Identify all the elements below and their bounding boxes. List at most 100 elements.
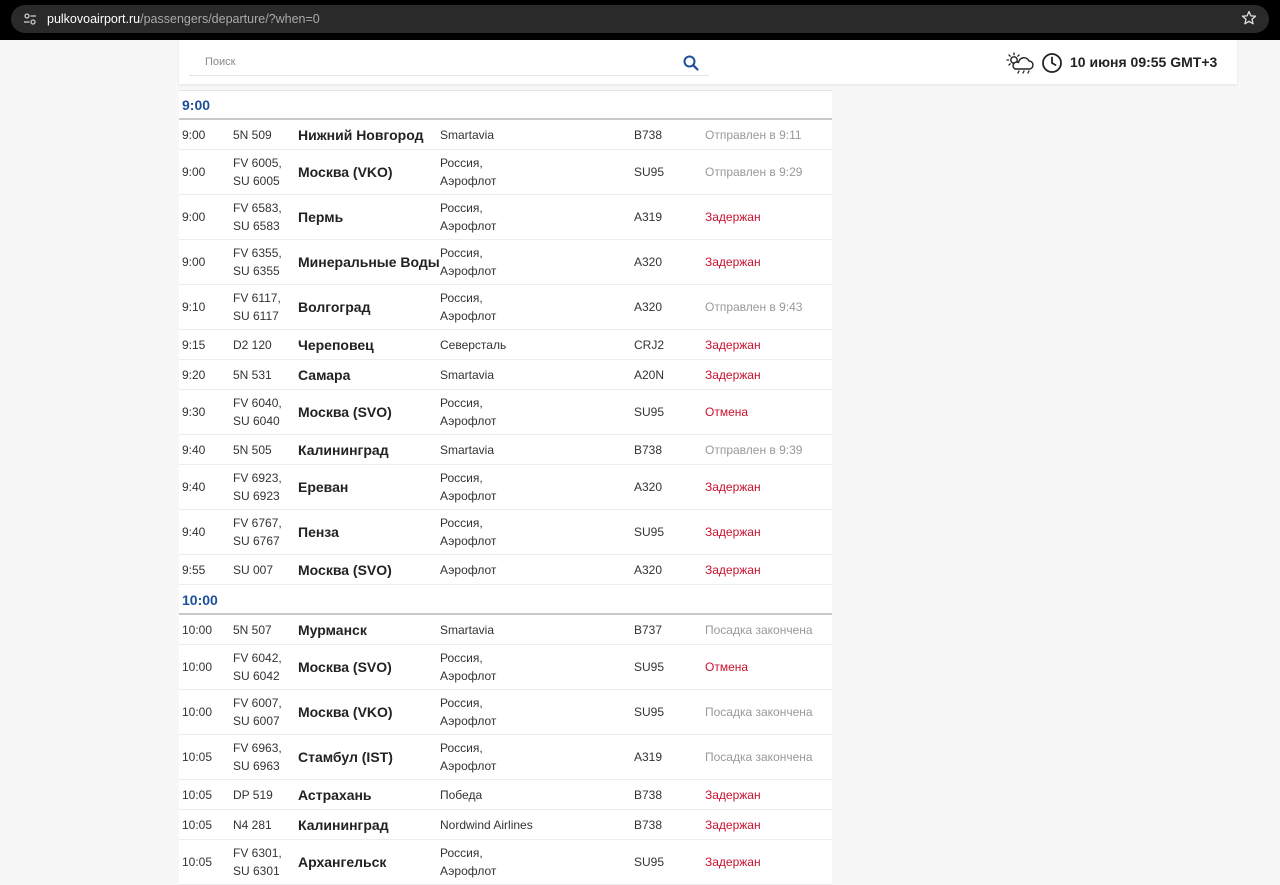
departure-time: 9:30	[182, 405, 206, 419]
aircraft-type: SU95	[634, 855, 665, 869]
flight-row[interactable]: 10:00 FV 6007, SU 6007 Москва (VKO) Россия,…	[179, 690, 832, 735]
flight-row[interactable]: 10:00 5N 507 Мурманск Smartavia B737 Посадка …	[179, 615, 832, 645]
departure-time: 10:05	[182, 817, 213, 832]
flight-status: Задержан	[705, 855, 761, 869]
airline-name: Россия, Аэрофлот	[440, 201, 497, 233]
flight-status: Посадка закончена	[705, 750, 813, 764]
flight-number: DP 519	[233, 787, 273, 802]
flight-row[interactable]: 10:05 FV 6963, SU 6963 Стамбул (IST) Россия…	[179, 735, 832, 780]
departure-time: 10:05	[182, 750, 213, 764]
flight-number: FV 6007, SU 6007	[233, 696, 282, 728]
flight-row[interactable]: 10:00 FV 6042, SU 6042 Москва (SVO) Россия,…	[179, 645, 832, 690]
aircraft-type: SU95	[634, 660, 665, 674]
flight-number: FV 6767, SU 6767	[233, 516, 282, 548]
aircraft-type: A320	[634, 300, 663, 314]
flight-row[interactable]: 9:40 FV 6767, SU 6767 Пенза Россия, Аэрофло…	[179, 510, 832, 555]
site-settings-icon[interactable]	[23, 12, 37, 26]
airline-name: Smartavia	[440, 127, 495, 142]
flight-row[interactable]: 9:55 SU 007 Москва (SVO) Аэрофлот A320 Задерж…	[179, 555, 832, 585]
departure-time: 10:00	[182, 660, 213, 674]
departures-board: 9:00 9:00 5N 509 Нижний Новгород Smartavia B7…	[179, 90, 832, 885]
address-bar[interactable]: pulkovoairport.ru/passengers/departure/?…	[11, 5, 1269, 33]
flight-number: FV 6963, SU 6963	[233, 741, 282, 773]
flight-status: Задержан	[705, 480, 761, 494]
search-icon[interactable]	[682, 54, 700, 72]
airline-name: Россия, Аэрофлот	[440, 246, 497, 278]
flight-row[interactable]: 9:15 D2 120 Череповец Северсталь CRJ2 Задержа…	[179, 330, 832, 360]
destination-city: Калининград	[298, 816, 389, 833]
flight-row[interactable]: 9:00 5N 509 Нижний Новгород Smartavia B738 От…	[179, 120, 832, 150]
search-input[interactable]	[189, 48, 709, 76]
departure-time: 10:00	[182, 705, 213, 719]
current-datetime: 10 июня 09:55 GMT+3	[1070, 54, 1218, 70]
aircraft-type: SU95	[634, 165, 665, 179]
destination-city: Череповец	[298, 336, 374, 353]
destination-city: Москва (SVO)	[298, 659, 392, 675]
flight-row[interactable]: 9:40 FV 6923, SU 6923 Ереван Россия, Аэрофл…	[179, 465, 832, 510]
flight-status: Отмена	[705, 405, 749, 419]
flight-status: Отправлен в 9:11	[705, 127, 802, 142]
airline-name: Россия, Аэрофлот	[440, 846, 497, 878]
flight-row[interactable]: 10:05 DP 519 Астрахань Победа B738 Задержан	[179, 780, 832, 810]
destination-city: Пенза	[298, 524, 339, 540]
time-group-header: 9:00	[179, 90, 832, 120]
departure-time: 9:00	[182, 127, 206, 142]
flight-row[interactable]: 9:30 FV 6040, SU 6040 Москва (SVO) Россия, …	[179, 390, 832, 435]
flight-status: Задержан	[705, 787, 761, 802]
flight-number: FV 6301, SU 6301	[233, 846, 282, 878]
flight-number: D2 120	[233, 337, 272, 352]
airline-name: Аэрофлот	[440, 562, 497, 577]
destination-city: Москва (VKO)	[298, 704, 393, 720]
departure-time: 9:40	[182, 480, 206, 494]
airline-name: Северсталь	[440, 337, 507, 352]
destination-city: Волгоград	[298, 299, 371, 315]
airline-name: Nordwind Airlines	[440, 817, 533, 832]
page-header: 10 июня 09:55 GMT+3	[179, 40, 1237, 84]
flight-number: FV 6355, SU 6355	[233, 246, 282, 278]
flight-status: Посадка закончена	[705, 622, 813, 637]
flight-status: Задержан	[705, 562, 761, 577]
destination-city: Астрахань	[298, 786, 372, 803]
departure-time: 9:10	[182, 300, 206, 314]
flight-status: Отмена	[705, 660, 749, 674]
departure-time: 9:15	[182, 337, 206, 352]
departure-time: 10:00	[182, 622, 213, 637]
flight-number: N4 281	[233, 817, 272, 832]
departure-time: 9:00	[182, 165, 206, 179]
flight-number: SU 007	[233, 562, 274, 577]
flight-number: FV 6117, SU 6117	[233, 291, 281, 323]
flight-row[interactable]: 9:20 5N 531 Самара Smartavia A20N Задержан	[179, 360, 832, 390]
airline-name: Россия, Аэрофлот	[440, 741, 497, 773]
flight-status: Посадка закончена	[705, 705, 813, 719]
aircraft-type: SU95	[634, 525, 665, 539]
destination-city: Москва (VKO)	[298, 164, 393, 180]
flight-row[interactable]: 9:00 FV 6355, SU 6355 Минеральные Воды Росс…	[179, 240, 832, 285]
aircraft-type: B738	[634, 127, 663, 142]
destination-city: Самара	[298, 366, 351, 383]
flight-number: FV 6005, SU 6005	[233, 156, 282, 188]
aircraft-type: A320	[634, 255, 663, 269]
flight-row[interactable]: 9:40 5N 505 Калининград Smartavia B738 Отправ…	[179, 435, 832, 465]
flight-row[interactable]: 10:05 FV 6301, SU 6301 Архангельск Россия, …	[179, 840, 832, 885]
clock-icon	[1042, 53, 1062, 73]
flight-number: FV 6923, SU 6923	[233, 471, 282, 503]
flight-row[interactable]: 9:00 FV 6583, SU 6583 Пермь Россия, Аэрофло…	[179, 195, 832, 240]
flight-row[interactable]: 9:00 FV 6005, SU 6005 Москва (VKO) Россия, …	[179, 150, 832, 195]
flight-status: Задержан	[705, 337, 761, 352]
flight-status: Отправлен в 9:43	[705, 300, 803, 314]
destination-city: Минеральные Воды	[298, 254, 440, 270]
airline-name: Победа	[440, 787, 483, 802]
aircraft-type: B737	[634, 622, 663, 637]
aircraft-type: CRJ2	[634, 337, 665, 352]
flight-status: Задержан	[705, 255, 761, 269]
aircraft-type: B738	[634, 442, 663, 457]
flight-status: Отправлен в 9:29	[705, 165, 803, 179]
aircraft-type: B738	[634, 817, 663, 832]
bookmark-star-icon[interactable]	[1241, 10, 1257, 26]
flight-row[interactable]: 10:05 N4 281 Калининград Nordwind Airlines B…	[179, 810, 832, 840]
flight-row[interactable]: 9:10 FV 6117, SU 6117 Волгоград Россия, Аэр…	[179, 285, 832, 330]
departure-time: 9:00	[182, 255, 206, 269]
aircraft-type: A319	[634, 210, 663, 224]
time-group-title: 9:00	[182, 97, 211, 113]
url-text[interactable]: pulkovoairport.ru/passengers/departure/?…	[47, 11, 320, 27]
